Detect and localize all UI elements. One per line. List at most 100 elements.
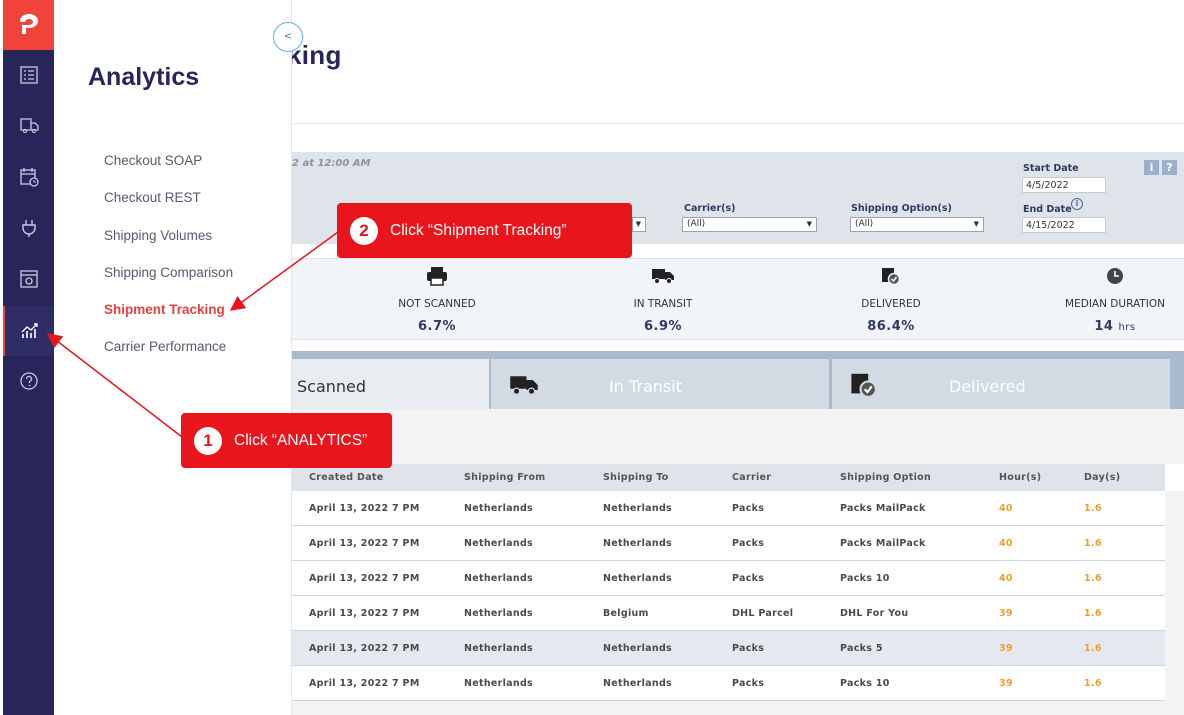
collapse-flyout-button[interactable]: <	[273, 22, 303, 52]
shipments-table: Created Date Shipping From Shipping To C…	[291, 464, 1165, 701]
truck-outline-icon	[19, 118, 39, 134]
menu-shipment-tracking[interactable]: Shipment Tracking	[104, 302, 225, 317]
menu-carrier-performance[interactable]: Carrier Performance	[104, 339, 226, 354]
cell-days: 1.6	[1084, 572, 1102, 584]
carrier-label: Carrier(s)	[684, 203, 736, 214]
cell-hours: 39	[999, 677, 1013, 689]
stat-value: 6.9%	[643, 319, 683, 334]
analytics-flyout: Analytics Checkout SOAP Checkout REST Sh…	[54, 0, 291, 715]
cell-shipping-from: Netherlands	[464, 677, 534, 689]
start-date-label: Start Date	[1023, 163, 1079, 174]
stat-label: MEDIAN DURATION	[1065, 298, 1165, 310]
tab-in-transit[interactable]: In Transit	[491, 359, 829, 409]
menu-shipping-volumes[interactable]: Shipping Volumes	[104, 228, 212, 243]
printer-icon	[427, 267, 447, 286]
package-check-icon	[882, 268, 901, 286]
cell-days: 1.6	[1084, 677, 1102, 689]
col-shipping-option[interactable]: Shipping Option	[840, 464, 931, 491]
cell-created-date: April 13, 2022 7 PM	[309, 677, 420, 689]
cell-created-date: April 13, 2022 7 PM	[309, 537, 420, 549]
cell-hours: 39	[999, 607, 1013, 619]
menu-checkout-soap[interactable]: Checkout SOAP	[104, 153, 202, 168]
col-carrier[interactable]: Carrier	[732, 464, 771, 491]
shipping-option-label: Shipping Option(s)	[851, 203, 952, 214]
table-row[interactable]: April 13, 2022 7 PM Netherlands Netherland…	[291, 526, 1165, 561]
shipping-option-select[interactable]: (All) ▼	[850, 217, 984, 232]
rail-schedule[interactable]	[3, 152, 54, 202]
cell-carrier: DHL Parcel	[732, 607, 794, 619]
cell-shipping-from: Netherlands	[464, 642, 534, 654]
cell-hours: 40	[999, 572, 1013, 584]
step-number: 1	[194, 426, 222, 455]
stat-value: 86.4%	[867, 319, 915, 334]
col-shipping-from[interactable]: Shipping From	[464, 464, 545, 491]
col-hours[interactable]: Hour(s)	[999, 464, 1041, 491]
cell-shipping-to: Belgium	[603, 607, 649, 619]
tab-delivered[interactable]: Delivered	[832, 359, 1170, 409]
cell-created-date: April 13, 2022 7 PM	[309, 607, 420, 619]
cell-shipping-to: Netherlands	[603, 677, 673, 689]
stat-value: 6.7%	[417, 319, 457, 334]
analytics-chart-icon	[21, 323, 38, 338]
cell-shipping-to: Netherlands	[603, 572, 673, 584]
cell-days: 1.6	[1084, 502, 1102, 514]
cell-days: 1.6	[1084, 607, 1102, 619]
start-date-input[interactable]: 4/5/2022	[1022, 177, 1106, 193]
app-logo[interactable]	[3, 0, 54, 50]
step-number: 2	[350, 216, 378, 245]
end-date-input[interactable]: 4/15/2022	[1022, 217, 1106, 233]
calendar-clock-icon	[19, 168, 39, 187]
cell-created-date: April 13, 2022 7 PM	[309, 572, 420, 584]
end-date-label: End Date	[1023, 204, 1072, 215]
table-row[interactable]: April 13, 2022 7 PM Netherlands Belgium DHL…	[291, 596, 1165, 631]
end-date-info-icon[interactable]: i	[1071, 198, 1083, 210]
table-row[interactable]: April 13, 2022 7 PM Netherlands Netherland…	[291, 666, 1165, 701]
col-created-date[interactable]: Created Date	[309, 464, 383, 491]
carrier-select[interactable]: (All) ▼	[682, 217, 817, 232]
cell-shipping-from: Netherlands	[464, 502, 534, 514]
cell-shipping-from: Netherlands	[464, 572, 534, 584]
cell-carrier: Packs	[732, 537, 765, 549]
menu-checkout-rest[interactable]: Checkout REST	[104, 190, 201, 205]
col-days[interactable]: Day(s)	[1084, 464, 1120, 491]
step-text: Click “Shipment Tracking”	[390, 221, 567, 239]
stat-not-scanned: NOT SCANNED 6.7%	[357, 259, 517, 341]
cell-shipping-option: Packs 5	[840, 642, 883, 654]
truck-icon	[510, 376, 538, 395]
table-row[interactable]: April 13, 2022 7 PM Netherlands Netherland…	[291, 491, 1165, 526]
rail-settings[interactable]	[3, 254, 54, 304]
rail-dashboard[interactable]	[3, 50, 54, 100]
cell-shipping-option: Packs MailPack	[840, 502, 926, 514]
cell-created-date: April 13, 2022 7 PM	[309, 642, 420, 654]
icon-rail	[3, 0, 54, 715]
cell-carrier: Packs	[732, 502, 765, 514]
cell-days: 1.6	[1084, 642, 1102, 654]
scrollbar-track[interactable]	[1165, 464, 1184, 491]
stat-label: NOT SCANNED	[398, 298, 476, 310]
cell-shipping-option: DHL For You	[840, 607, 909, 619]
cell-hours: 40	[999, 502, 1013, 514]
info-button[interactable]: i	[1144, 160, 1159, 175]
col-shipping-to[interactable]: Shipping To	[603, 464, 669, 491]
table-row[interactable]: April 13, 2022 7 PM Netherlands Netherland…	[291, 561, 1165, 596]
stat-in-transit: IN TRANSIT 6.9%	[583, 259, 743, 341]
cell-carrier: Packs	[732, 572, 765, 584]
flyout-title: Analytics	[88, 63, 200, 91]
table-header: Created Date Shipping From Shipping To C…	[291, 464, 1165, 491]
rail-help[interactable]	[3, 356, 54, 406]
filter-dropdown-partial[interactable]: ▼	[632, 217, 646, 232]
stat-delivered: DELIVERED 86.4%	[811, 259, 971, 341]
rail-analytics[interactable]	[3, 306, 54, 356]
help-button[interactable]: ?	[1162, 160, 1177, 175]
cell-hours: 39	[999, 642, 1013, 654]
summary-stats: NOT SCANNED 6.7% IN TRANSIT 6.9% DELIVER…	[291, 258, 1184, 340]
plug-icon	[21, 220, 36, 237]
cell-shipping-to: Netherlands	[603, 642, 673, 654]
rail-integrations[interactable]	[3, 203, 54, 253]
rail-shipments[interactable]	[3, 100, 54, 150]
settings-window-icon	[19, 270, 38, 288]
table-row[interactable]: April 13, 2022 7 PM Netherlands Netherland…	[291, 631, 1165, 666]
tab-not-scanned[interactable]: Scanned	[291, 359, 489, 409]
menu-shipping-comparison[interactable]: Shipping Comparison	[104, 265, 233, 280]
cell-shipping-from: Netherlands	[464, 537, 534, 549]
